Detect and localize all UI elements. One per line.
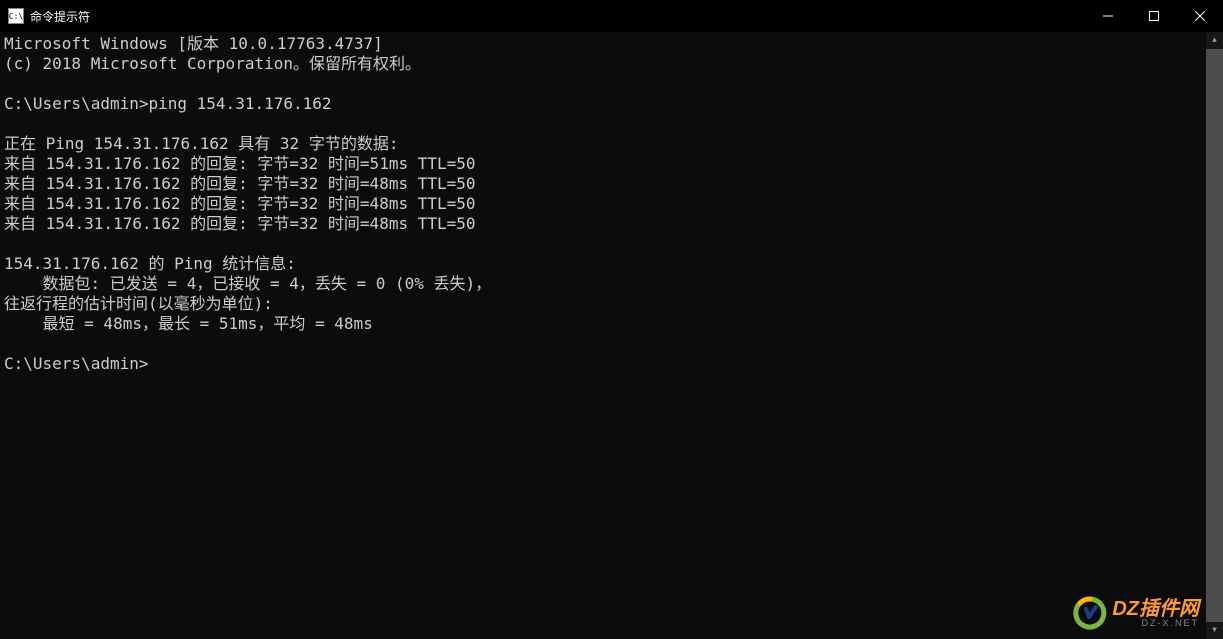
terminal-output[interactable]: Microsoft Windows [版本 10.0.17763.4737] (…	[0, 32, 1206, 639]
window-titlebar: C:\ 命令提示符	[0, 0, 1223, 32]
maximize-button[interactable]	[1131, 0, 1177, 32]
terminal-area: Microsoft Windows [版本 10.0.17763.4737] (…	[0, 32, 1223, 639]
scroll-up-arrow[interactable]: ▲	[1206, 32, 1223, 49]
cmd-icon: C:\	[8, 8, 24, 24]
scroll-down-arrow[interactable]: ▼	[1206, 622, 1223, 639]
minimize-button[interactable]	[1085, 0, 1131, 32]
minimize-icon	[1103, 11, 1113, 21]
close-icon	[1195, 11, 1205, 21]
scrollbar-thumb[interactable]	[1206, 49, 1223, 622]
window-controls	[1085, 0, 1223, 32]
titlebar-left: C:\ 命令提示符	[0, 8, 90, 25]
vertical-scrollbar[interactable]: ▲ ▼	[1206, 32, 1223, 639]
window-title: 命令提示符	[30, 8, 90, 25]
close-button[interactable]	[1177, 0, 1223, 32]
maximize-icon	[1149, 11, 1159, 21]
